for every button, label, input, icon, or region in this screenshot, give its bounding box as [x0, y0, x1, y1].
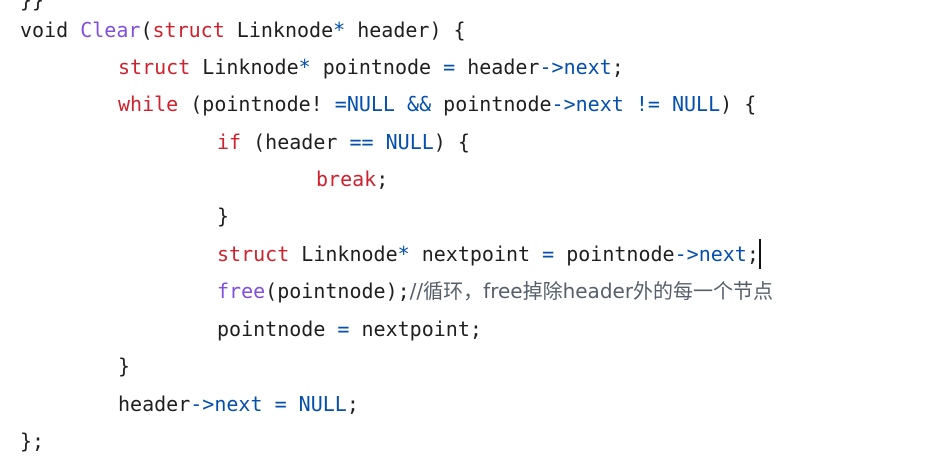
code-token-keyword: struct — [217, 242, 290, 266]
code-token-op: != — [623, 92, 672, 116]
code-token-op: next — [563, 55, 612, 79]
code-token-op: = — [542, 242, 555, 266]
code-token-plain: nextpoint; — [349, 317, 482, 341]
code-token-plain: } — [217, 204, 230, 228]
code-token-plain: ) { — [433, 130, 470, 154]
code-token-op: -> — [190, 392, 215, 416]
code-token-plain: void — [20, 18, 81, 42]
code-token-plain: (pointnode! — [178, 92, 335, 116]
code-token-op: next — [575, 92, 624, 116]
code-editor[interactable]: }} void Clear(struct Linknode* header) {… — [0, 0, 935, 462]
code-token-op: = — [337, 317, 350, 341]
code-token-plain: } — [118, 354, 131, 378]
code-token-comment: //循环，free掉除header外的每一个节点 — [409, 279, 774, 303]
code-token-const: NULL — [385, 130, 434, 154]
code-token-op: -> — [674, 242, 699, 266]
code-token-op: -> — [551, 92, 576, 116]
code-token-plain: pointnode — [310, 55, 444, 79]
code-line-5[interactable]: if (header == NULL) { — [217, 124, 470, 161]
code-token-plain: }} — [20, 0, 45, 12]
code-token-plain: nextpoint — [409, 242, 543, 266]
code-token-op: next — [214, 392, 263, 416]
code-line-6[interactable]: break; — [316, 161, 388, 198]
code-line-12[interactable]: header->next = NULL; — [118, 386, 359, 423]
code-line-4[interactable]: while (pointnode! =NULL && pointnode->ne… — [118, 86, 756, 123]
code-token-keyword: struct — [118, 55, 191, 79]
code-token-plain: header — [118, 392, 191, 416]
code-token-plain: header — [455, 55, 540, 79]
code-token-plain: ; — [746, 242, 759, 266]
code-token-plain: (header — [241, 130, 350, 154]
text-cursor — [758, 239, 761, 269]
code-token-keyword: if — [217, 130, 242, 154]
code-line-7[interactable]: } — [217, 198, 229, 235]
code-token-op: -> — [539, 55, 564, 79]
code-token-plain: Linknode — [289, 242, 398, 266]
code-token-const: NULL — [346, 92, 395, 116]
code-line-3[interactable]: struct Linknode* pointnode = header->nex… — [118, 49, 624, 86]
code-token-op: * — [397, 242, 410, 266]
code-token-plain: pointnode — [443, 92, 552, 116]
code-token-const: NULL — [298, 392, 347, 416]
code-line-13[interactable]: }; — [20, 423, 44, 460]
code-token-plain: ; — [376, 167, 389, 191]
code-token-plain: Linknode — [190, 55, 299, 79]
code-token-op: = — [443, 55, 456, 79]
code-token-plain: header) { — [345, 18, 466, 42]
code-token-op: = — [334, 92, 347, 116]
code-token-func: Clear — [80, 18, 141, 42]
code-token-plain: ; — [346, 392, 359, 416]
code-token-keyword: while — [118, 92, 179, 116]
code-line-10[interactable]: pointnode = nextpoint; — [217, 311, 482, 348]
code-token-func: free — [217, 279, 266, 303]
code-token-op: == — [349, 130, 374, 154]
code-token-plain: Linknode — [224, 18, 334, 42]
code-token-plain: ) { — [720, 92, 757, 116]
code-token-keyword: break — [316, 167, 377, 191]
code-token-op: next — [698, 242, 747, 266]
code-token-plain: pointnode — [554, 242, 675, 266]
code-line-8[interactable]: struct Linknode* nextpoint = pointnode->… — [217, 236, 761, 273]
code-token-op: * — [333, 18, 346, 42]
code-token-plain: pointnode — [217, 317, 338, 341]
code-token-op: && — [394, 92, 444, 116]
code-token-plain: ( — [140, 18, 153, 42]
code-line-11[interactable]: } — [118, 348, 130, 385]
code-token-op: * — [298, 55, 311, 79]
code-line-9[interactable]: free(pointnode);//循环，free掉除header外的每一个节点 — [217, 273, 773, 310]
code-token-plain: ; — [611, 55, 624, 79]
code-line-2[interactable]: void Clear(struct Linknode* header) { — [20, 12, 466, 49]
code-token-op: = — [274, 392, 287, 416]
code-token-keyword: struct — [152, 18, 225, 42]
code-token-plain: }; — [20, 429, 45, 453]
code-token-const: NULL — [671, 92, 721, 116]
code-token-plain: (pointnode); — [265, 279, 410, 303]
